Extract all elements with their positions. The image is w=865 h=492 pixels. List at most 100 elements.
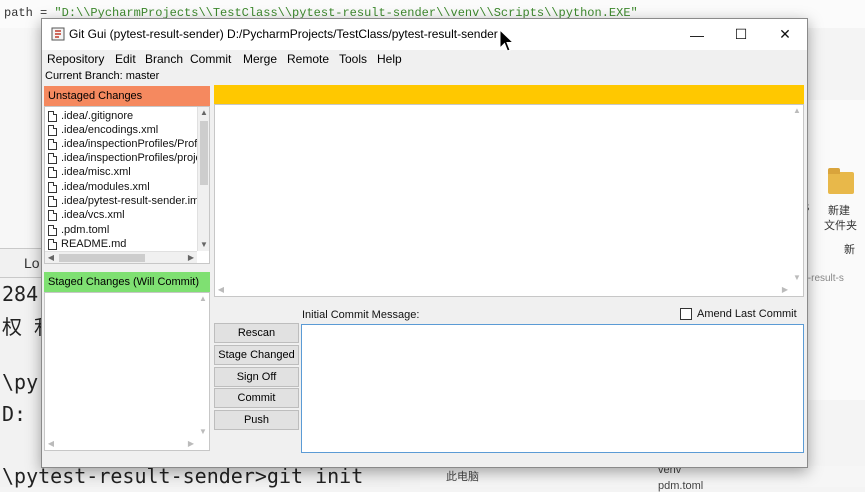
scroll-left-icon[interactable]: ◀ xyxy=(45,252,57,263)
file-icon xyxy=(48,181,57,193)
list-item[interactable]: README.md xyxy=(48,237,197,251)
file-name: .idea/encodings.xml xyxy=(61,124,159,136)
mouse-cursor-icon xyxy=(499,29,515,52)
background-file-explorer: S 新建 文件夹 新 st-result-s xyxy=(800,100,865,400)
close-button[interactable]: ✕ xyxy=(763,19,807,50)
menu-merge[interactable]: Merge xyxy=(243,52,277,66)
scroll-right-icon[interactable]: ▶ xyxy=(185,252,197,263)
scroll-down-icon[interactable]: ▼ xyxy=(791,272,803,284)
file-name: .idea/pytest-result-sender.iml xyxy=(61,195,197,207)
background-tab-strip: Lo xyxy=(0,248,42,278)
git-gui-window: Git Gui (pytest-result-sender) D:/Pychar… xyxy=(41,18,808,468)
scroll-left-icon[interactable]: ◀ xyxy=(45,438,57,450)
rescan-button[interactable]: Rescan xyxy=(214,323,299,343)
diff-header-bar xyxy=(214,85,804,104)
minimize-icon: — xyxy=(690,26,704,43)
list-item[interactable]: .pdm.toml xyxy=(48,223,197,237)
staged-file-list[interactable]: ▲ ▼ ◀ ▶ xyxy=(44,292,210,451)
this-pc-label[interactable]: 此电脑 xyxy=(446,468,479,484)
maximize-icon: ☐ xyxy=(734,26,748,42)
file-name: .pdm.toml xyxy=(61,224,110,236)
file-name: .idea/misc.xml xyxy=(61,166,131,178)
file-icon xyxy=(48,110,57,122)
staged-changes-header: Staged Changes (Will Commit) xyxy=(44,272,210,292)
current-branch-label: Current Branch: master xyxy=(45,70,160,82)
background-tab-label[interactable]: Lo xyxy=(24,255,40,271)
menu-tools[interactable]: Tools xyxy=(339,52,367,66)
menu-branch[interactable]: Branch xyxy=(145,52,183,66)
title-bar[interactable]: Git Gui (pytest-result-sender) D:/Pychar… xyxy=(42,19,807,50)
scrollbar-thumb[interactable] xyxy=(59,254,145,262)
explorer-new-folder-label[interactable]: 新建 xyxy=(828,202,850,218)
minimize-button[interactable]: — xyxy=(675,19,719,50)
scroll-left-icon[interactable]: ◀ xyxy=(215,284,227,296)
terminal-line: D: xyxy=(2,402,27,426)
commit-message-input[interactable] xyxy=(301,324,804,453)
staged-vertical-scrollbar[interactable]: ▲ ▼ xyxy=(197,293,209,438)
sign-off-button[interactable]: Sign Off xyxy=(214,367,299,387)
commit-button[interactable]: Commit xyxy=(214,388,299,408)
menu-remote[interactable]: Remote xyxy=(287,52,329,66)
file-icon xyxy=(48,152,57,164)
menu-commit[interactable]: Commit xyxy=(190,52,231,66)
file-icon xyxy=(48,138,57,150)
list-item[interactable]: .idea/pytest-result-sender.iml xyxy=(48,194,197,208)
file-icon xyxy=(48,195,57,207)
list-item[interactable]: .idea/encodings.xml xyxy=(48,123,197,137)
file-icon xyxy=(48,124,57,136)
menu-help[interactable]: Help xyxy=(377,52,402,66)
scroll-up-icon[interactable]: ▲ xyxy=(791,105,803,117)
explorer-partial-label-2: 新 xyxy=(844,244,855,256)
list-item[interactable]: .idea/misc.xml xyxy=(48,165,197,179)
scroll-up-icon[interactable]: ▲ xyxy=(198,107,209,119)
scroll-right-icon[interactable]: ▶ xyxy=(185,438,197,450)
terminal-line: 284 xyxy=(2,282,39,306)
scrollbar-thumb[interactable] xyxy=(200,121,208,185)
diff-vertical-scrollbar[interactable]: ▲ ▼ xyxy=(791,105,803,284)
unstaged-changes-header: Unstaged Changes xyxy=(44,86,210,106)
list-item[interactable]: .idea/inspectionProfiles/Profiles_settin… xyxy=(48,137,197,151)
file-icon xyxy=(48,238,57,250)
folder-icon xyxy=(828,168,854,194)
scroll-down-icon[interactable]: ▼ xyxy=(198,239,209,251)
pdm-label[interactable]: pdm.toml xyxy=(658,480,703,492)
amend-last-commit-option[interactable]: Amend Last Commit xyxy=(680,308,797,320)
terminal-line: \py xyxy=(2,370,39,394)
stage-changed-button[interactable]: Stage Changed xyxy=(214,345,299,365)
list-item[interactable]: .idea/.gitignore xyxy=(48,109,197,123)
close-icon: ✕ xyxy=(779,26,791,42)
diff-viewer[interactable]: ▲ ▼ ◀ ▶ xyxy=(214,104,804,297)
unstaged-vertical-scrollbar[interactable]: ▲ ▼ xyxy=(197,107,209,251)
commit-message-label: Initial Commit Message: xyxy=(302,309,420,321)
file-name: .idea/vcs.xml xyxy=(61,209,125,221)
list-item[interactable]: .idea/inspectionProfiles/project_default… xyxy=(48,151,197,165)
explorer-new-folder-label-2: 文件夹 xyxy=(824,220,857,232)
file-name: .idea/.gitignore xyxy=(61,110,134,122)
file-icon xyxy=(48,224,57,236)
file-icon xyxy=(48,166,57,178)
unstaged-file-list[interactable]: .idea/.gitignore .idea/encodings.xml .id… xyxy=(44,106,210,264)
list-item[interactable]: .idea/modules.xml xyxy=(48,180,197,194)
file-icon xyxy=(48,209,57,221)
diff-horizontal-scrollbar[interactable]: ◀ ▶ xyxy=(215,284,791,296)
staged-horizontal-scrollbar[interactable]: ◀ ▶ xyxy=(45,438,197,450)
list-item[interactable]: .idea/vcs.xml xyxy=(48,208,197,222)
scroll-right-icon[interactable]: ▶ xyxy=(779,284,791,296)
scroll-down-icon[interactable]: ▼ xyxy=(197,426,209,438)
git-gui-icon xyxy=(51,27,65,41)
menu-bar: Repository Edit Branch Commit Merge Remo… xyxy=(42,50,807,70)
amend-label: Amend Last Commit xyxy=(697,308,797,320)
file-name: .idea/modules.xml xyxy=(61,181,150,193)
file-name: .idea/inspectionProfiles/project_default… xyxy=(61,152,197,164)
maximize-button[interactable]: ☐ xyxy=(719,19,763,50)
file-name: .idea/inspectionProfiles/Profiles_settin… xyxy=(61,138,197,150)
menu-repository[interactable]: Repository xyxy=(47,52,104,66)
push-button[interactable]: Push xyxy=(214,410,299,430)
amend-checkbox[interactable] xyxy=(680,308,692,320)
file-name: README.md xyxy=(61,238,127,250)
scroll-up-icon[interactable]: ▲ xyxy=(197,293,209,305)
window-title: Git Gui (pytest-result-sender) D:/Pychar… xyxy=(69,27,498,41)
background-taskbar: 此电脑 venv pdm.toml xyxy=(420,464,865,492)
unstaged-horizontal-scrollbar[interactable]: ◀ ▶ xyxy=(45,251,197,263)
menu-edit[interactable]: Edit xyxy=(115,52,136,66)
